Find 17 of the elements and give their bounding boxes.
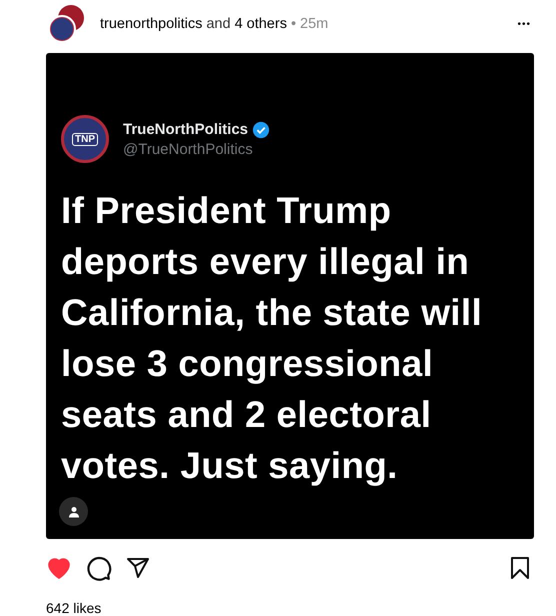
bookmark-icon[interactable]: [508, 556, 532, 580]
author-name[interactable]: truenorthpolitics: [100, 16, 202, 32]
tagged-people-button[interactable]: [59, 497, 88, 526]
tweet-handle: @TrueNorthPolitics: [123, 140, 254, 158]
separator-dot: •: [290, 16, 296, 32]
tweet-text: If President Trump deports every illegal in California, the state will lose 3 congressional seats and 2 electoral votes. Just saying.: [61, 189, 484, 488]
send-icon[interactable]: [126, 556, 150, 580]
comment-icon[interactable]: [86, 555, 112, 581]
likes-count[interactable]: 642 likes: [46, 600, 556, 616]
joiner-text: and: [206, 16, 231, 32]
heart-icon[interactable]: [46, 555, 72, 581]
avatar-logo-text: TNP: [72, 132, 98, 146]
more-button[interactable]: •••: [513, 18, 535, 30]
post-time: 25m: [300, 16, 328, 32]
others-link[interactable]: 4 others: [234, 16, 287, 32]
person-icon: [68, 506, 80, 518]
tweet-author-name: TrueNorthPolitics: [123, 121, 248, 138]
